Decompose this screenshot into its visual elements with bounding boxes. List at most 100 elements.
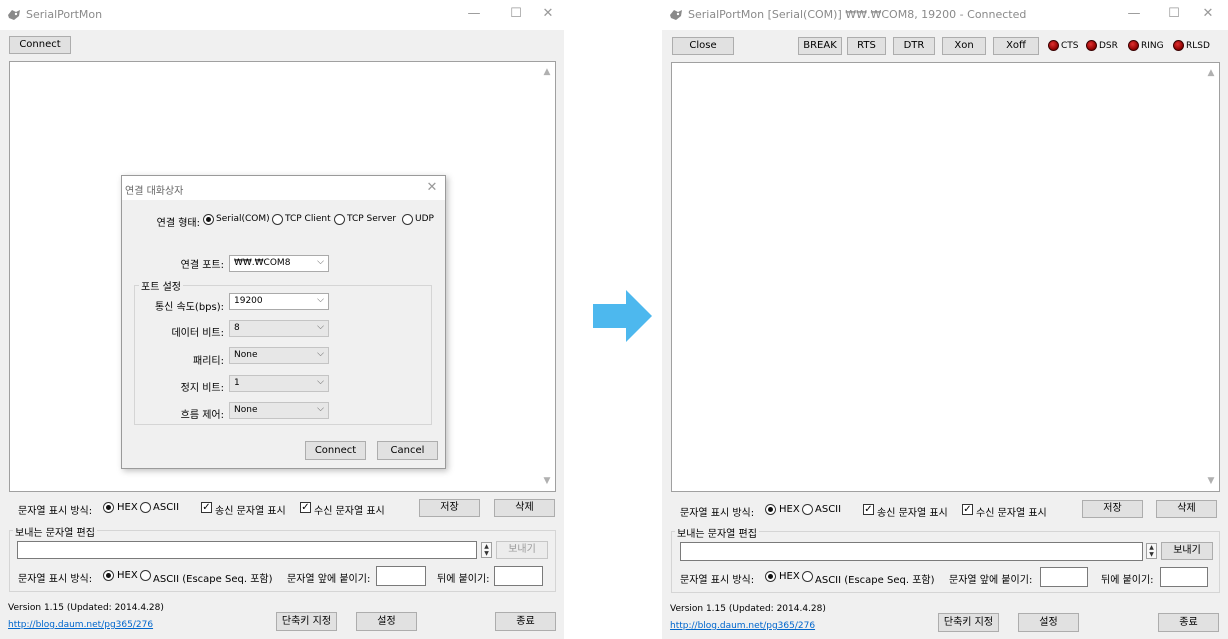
prefix-input[interactable] [1040, 567, 1088, 587]
send-input[interactable] [680, 542, 1143, 561]
connection-type-label: 연결 형태: [156, 218, 200, 229]
save-button[interactable]: 저장 [419, 499, 480, 517]
vertical-scrollbar[interactable]: ▲ ▼ [539, 62, 555, 491]
send-button[interactable]: 보내기 [1161, 542, 1213, 560]
baud-select[interactable]: 19200 ⌵ [229, 293, 329, 310]
send-hex-radio[interactable] [765, 571, 776, 582]
maximize-icon[interactable]: ☐ [508, 6, 524, 22]
serial-label: Serial(COM) [216, 214, 270, 224]
parity-value: None [234, 350, 258, 360]
send-ascii-radio[interactable] [140, 570, 151, 581]
close-button[interactable]: Close [672, 37, 734, 55]
connect-button[interactable]: Connect [9, 36, 71, 54]
maximize-icon[interactable]: ☐ [1166, 6, 1182, 22]
exit-button[interactable]: 종료 [495, 612, 556, 631]
shortcut-button[interactable]: 단축키 지정 [276, 612, 337, 631]
delete-button[interactable]: 삭제 [1156, 500, 1217, 518]
shortcut-button[interactable]: 단축키 지정 [938, 613, 999, 632]
port-select[interactable]: ₩₩.₩COM8 ⌵ [229, 255, 329, 272]
tcp-client-radio[interactable] [272, 214, 283, 225]
xoff-button[interactable]: Xoff [993, 37, 1039, 55]
close-icon[interactable]: ✕ [540, 6, 556, 22]
delete-button[interactable]: 삭제 [494, 499, 555, 517]
chevron-down-icon: ⌵ [317, 257, 324, 267]
baud-label: 통신 속도(bps): [154, 302, 224, 313]
show-received-label: 수신 문자열 표시 [314, 506, 385, 517]
settings-button[interactable]: 설정 [1018, 613, 1079, 632]
suffix-label: 뒤에 붙이기: [1101, 575, 1154, 586]
break-button[interactable]: BREAK [798, 37, 842, 55]
hex-radio[interactable] [103, 502, 114, 513]
parity-label: 패리티: [193, 356, 224, 367]
dialog-cancel-button[interactable]: Cancel [377, 441, 438, 460]
display-mode-label: 문자열 표시 방식: [18, 506, 93, 517]
connection-dialog: 연결 대화상자 ✕ 연결 형태: Serial(COM) TCP Client … [121, 175, 446, 469]
ascii-radio[interactable] [802, 504, 813, 515]
chevron-down-icon: ⌵ [317, 322, 324, 332]
hex-label: HEX [779, 504, 800, 515]
chevron-down-icon: ⌵ [317, 349, 324, 359]
suffix-input[interactable] [1160, 567, 1208, 587]
dialog-title-bar: 연결 대화상자 ✕ [122, 176, 445, 200]
dialog-connect-button[interactable]: Connect [305, 441, 366, 460]
ascii-radio[interactable] [140, 502, 151, 513]
scroll-down-icon[interactable]: ▼ [539, 473, 555, 489]
show-received-checkbox[interactable]: ✓ [300, 502, 311, 513]
blog-link[interactable]: http://blog.daum.net/pg365/276 [8, 620, 153, 630]
xon-button[interactable]: Xon [942, 37, 986, 55]
show-sent-label: 송신 문자열 표시 [215, 506, 286, 517]
send-button[interactable]: 보내기 [496, 541, 548, 559]
title-bar: SerialPortMon [Serial(COM)] ₩₩.₩COM8, 19… [662, 0, 1228, 30]
show-sent-checkbox[interactable]: ✓ [201, 502, 212, 513]
show-sent-checkbox[interactable]: ✓ [863, 504, 874, 515]
scroll-up-icon[interactable]: ▲ [1203, 65, 1219, 81]
settings-button[interactable]: 설정 [356, 612, 417, 631]
flow-select[interactable]: None ⌵ [229, 402, 329, 419]
right-window: SerialPortMon [Serial(COM)] ₩₩.₩COM8, 19… [662, 0, 1228, 639]
minimize-icon[interactable]: — [466, 6, 482, 22]
ascii-label: ASCII [153, 502, 180, 513]
hex-radio[interactable] [765, 504, 776, 515]
serial-radio[interactable] [203, 214, 214, 225]
log-area[interactable]: ▲ ▼ [671, 62, 1220, 492]
tcp-server-radio[interactable] [334, 214, 345, 225]
dsr-indicator-icon [1086, 40, 1097, 51]
chevron-down-icon: ⌵ [317, 404, 324, 414]
send-hex-radio[interactable] [103, 570, 114, 581]
stopbits-select[interactable]: 1 ⌵ [229, 375, 329, 392]
app-icon [8, 10, 20, 20]
send-hex-label: HEX [117, 570, 138, 581]
stopbits-value: 1 [234, 378, 240, 388]
send-input[interactable] [17, 541, 477, 559]
scroll-up-icon[interactable]: ▲ [539, 64, 555, 80]
blog-link[interactable]: http://blog.daum.net/pg365/276 [670, 621, 815, 631]
parity-select[interactable]: None ⌵ [229, 347, 329, 364]
exit-button[interactable]: 종료 [1158, 613, 1219, 632]
vertical-scrollbar[interactable]: ▲ ▼ [1203, 63, 1219, 491]
send-ascii-label: ASCII (Escape Seq. 포함) [815, 575, 935, 586]
history-spinner[interactable]: ▲ ▼ [1146, 543, 1157, 559]
show-received-checkbox[interactable]: ✓ [962, 504, 973, 515]
cts-label: CTS [1061, 41, 1079, 51]
ring-label: RING [1141, 41, 1164, 51]
left-window: SerialPortMon — ☐ ✕ Connect ▲ ▼ 문자열 표시 방… [0, 0, 564, 639]
dsr-label: DSR [1099, 41, 1118, 51]
dtr-button[interactable]: DTR [893, 37, 935, 55]
rts-button[interactable]: RTS [847, 37, 886, 55]
udp-radio[interactable] [402, 214, 413, 225]
save-button[interactable]: 저장 [1082, 500, 1143, 518]
tcp-client-label: TCP Client [285, 214, 331, 224]
dialog-close-icon[interactable]: ✕ [424, 180, 440, 196]
suffix-input[interactable] [494, 566, 543, 586]
minimize-icon[interactable]: — [1126, 6, 1142, 22]
title-bar: SerialPortMon — ☐ ✕ [0, 0, 564, 30]
chevron-down-icon: ⌵ [317, 377, 324, 387]
prefix-input[interactable] [376, 566, 426, 586]
ring-indicator-icon [1128, 40, 1139, 51]
scroll-down-icon[interactable]: ▼ [1203, 473, 1219, 489]
close-icon[interactable]: ✕ [1200, 6, 1216, 22]
databits-select[interactable]: 8 ⌵ [229, 320, 329, 337]
ascii-label: ASCII [815, 504, 842, 515]
history-spinner[interactable]: ▲ ▼ [481, 542, 492, 558]
send-ascii-radio[interactable] [802, 571, 813, 582]
